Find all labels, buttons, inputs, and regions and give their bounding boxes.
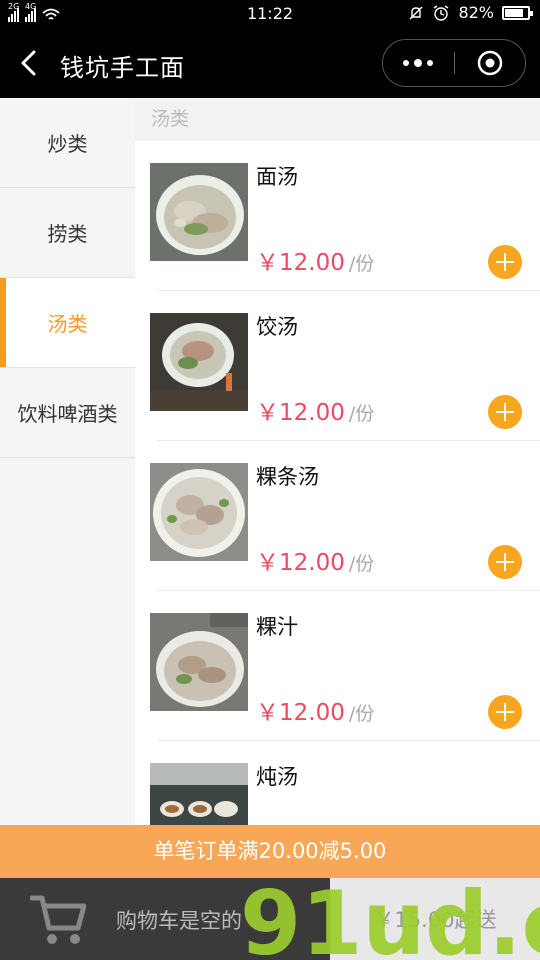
nav-bar: 钱坑手工面 xyxy=(0,28,540,98)
product-price: ￥12.00/份 xyxy=(256,393,374,427)
product-image xyxy=(150,313,248,411)
product-item[interactable]: 粿条汤 ￥12.00/份 xyxy=(150,441,540,591)
price-value: ￥12.00 xyxy=(256,550,345,576)
product-name: 粿条汤 xyxy=(256,465,319,489)
more-menu-button[interactable] xyxy=(383,40,453,85)
category-item-tang[interactable]: 汤类 xyxy=(0,278,135,368)
product-name: 粿汁 xyxy=(256,615,298,639)
battery-percent: 82% xyxy=(458,3,494,22)
product-price: ￥12.00/份 xyxy=(256,243,374,277)
price-unit: /份 xyxy=(348,253,375,275)
mute-bell-icon xyxy=(409,6,423,19)
product-price: ￥12.00/份 xyxy=(256,693,374,727)
price-value: ￥12.00 xyxy=(256,700,345,726)
min-order-button[interactable]: ￥15.00起送 xyxy=(330,878,540,960)
close-program-button[interactable] xyxy=(455,40,525,85)
promo-banner: 单笔订单满20.00减5.00 xyxy=(0,825,540,878)
dot-icon xyxy=(414,58,422,67)
target-close-icon xyxy=(477,50,503,75)
price-value: ￥12.00 xyxy=(256,400,345,426)
section-header: 汤类 xyxy=(135,98,540,141)
cart-empty-text: 购物车是空的 xyxy=(116,909,242,933)
alarm-icon xyxy=(434,4,449,21)
category-sidebar: 炒类 捞类 汤类 饮料啤酒类 xyxy=(0,98,135,825)
battery-fill xyxy=(505,8,524,17)
add-to-cart-button[interactable] xyxy=(488,245,522,279)
price-unit: /份 xyxy=(348,403,375,425)
shopping-cart-icon[interactable] xyxy=(30,894,86,946)
product-item[interactable]: 饺汤 ￥12.00/份 xyxy=(150,291,540,441)
status-bar: 2G 4G 11:22 82% xyxy=(0,0,540,28)
add-to-cart-button[interactable] xyxy=(488,395,522,429)
add-to-cart-button[interactable] xyxy=(488,695,522,729)
product-image xyxy=(150,163,248,261)
product-item[interactable]: 面汤 ￥12.00/份 xyxy=(150,141,540,291)
mini-program-capsule xyxy=(382,39,526,87)
page-title: 钱坑手工面 xyxy=(60,54,185,82)
price-unit: /份 xyxy=(348,703,375,725)
price-value: ￥12.00 xyxy=(256,250,345,276)
dot-icon xyxy=(427,59,433,66)
category-item-chao[interactable]: 炒类 xyxy=(0,98,135,188)
product-name: 炖汤 xyxy=(256,765,298,789)
product-item[interactable]: 粿汁 ￥12.00/份 xyxy=(150,591,540,741)
product-image xyxy=(150,613,248,711)
battery-icon xyxy=(502,5,533,20)
category-label: 汤类 xyxy=(47,312,88,336)
cart-bar: 购物车是空的 ￥15.00起送 xyxy=(0,878,540,960)
price-unit: /份 xyxy=(348,553,375,575)
back-arrow-icon[interactable] xyxy=(14,48,44,78)
product-price: ￥12.00/份 xyxy=(256,543,374,577)
add-to-cart-button[interactable] xyxy=(488,545,522,579)
category-label: 捞类 xyxy=(47,222,88,246)
category-item-lao[interactable]: 捞类 xyxy=(0,188,135,278)
product-item[interactable]: 炖汤 xyxy=(150,741,540,825)
product-name: 面汤 xyxy=(256,165,298,189)
product-image xyxy=(150,763,248,825)
product-name: 饺汤 xyxy=(256,315,298,339)
category-item-drinks[interactable]: 饮料啤酒类 xyxy=(0,368,135,458)
category-label: 饮料啤酒类 xyxy=(17,402,118,426)
product-image xyxy=(150,463,248,561)
category-label: 炒类 xyxy=(47,132,88,156)
product-list: 汤类 面汤 ￥12.00/份 饺汤 ￥12.00 /份 粿条汤 ￥12.00 /… xyxy=(135,98,540,825)
dot-icon xyxy=(403,59,409,66)
